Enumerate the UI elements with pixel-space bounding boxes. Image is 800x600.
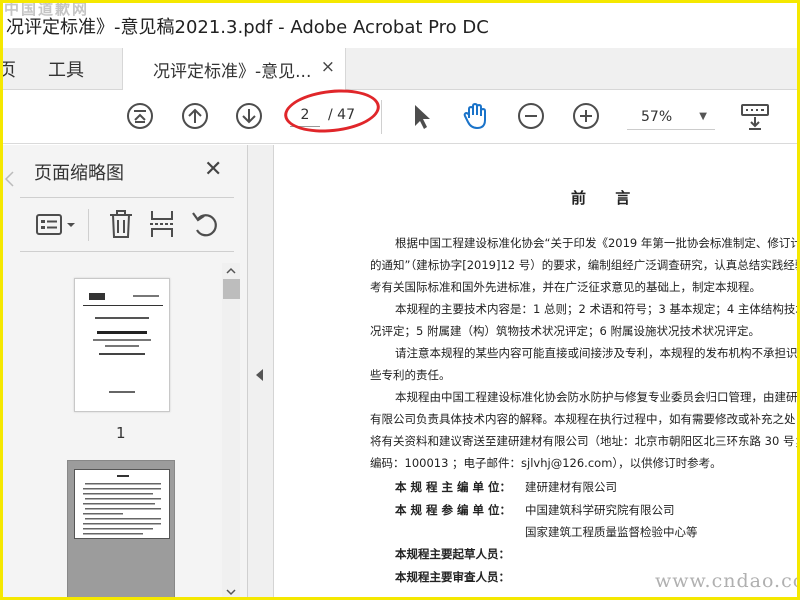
document-text-line: 将有关资料和建议寄送至建研建材有限公司（地址：北京市朝阳区北三环东路 30 号；… [370, 434, 800, 448]
thumbnail-text-lines [83, 475, 161, 535]
extract-pages-icon[interactable] [148, 209, 176, 239]
toolbar: 2 / 47 57% ▼ [0, 90, 800, 144]
document-text-line: 的通知”（建标协字[2019]12 号）的要求，编制组经广泛调查研究，认真总结实… [370, 258, 800, 272]
thumbnail-page-image [83, 293, 163, 393]
zoom-in-icon[interactable] [571, 101, 601, 131]
thumbnail-page-image [74, 469, 170, 539]
document-text-line: 考有关国际标准和国外先进标准，并在广泛征求意见的基础上，制定本规程。 [370, 280, 761, 294]
scrollbar-thumb[interactable] [223, 279, 240, 299]
thumbnail-list: 1 [20, 260, 242, 600]
zoom-out-icon[interactable] [516, 101, 546, 131]
tab-tools[interactable]: 工具 [48, 56, 84, 82]
chevron-down-icon: ▼ [699, 111, 707, 122]
close-icon[interactable]: × [321, 57, 335, 77]
document-text-line: 况评定；5 附属建（构）筑物技术状况评定；6 附属设施状况技术状况评定。 [370, 324, 760, 338]
document-text-line: 根据中国工程建设标准化协会“关于印发《2019 年第一批协会标准制定、修订计 [395, 236, 800, 250]
keyboard-download-icon[interactable] [740, 101, 770, 131]
title-bar: 况评定标准》-意见稿2021.3.pdf - Adobe Acrobat Pro… [0, 0, 800, 48]
watermark-top-left: 中国道歉网 [4, 0, 90, 18]
role-label: 本规程主要起草人员： [395, 547, 510, 561]
role-value: 国家建筑工程质量监督检验中心等 [525, 525, 698, 539]
document-text-line: 有限公司负责具体技术内容的解释。本规程在执行过程中，如有需要修改或补充之处， [370, 412, 800, 426]
role-label: 本 规 程 参 编 单 位： [395, 503, 512, 517]
document-text-line: 些专利的责任。 [370, 368, 451, 382]
tab-home[interactable]: 页 [0, 56, 16, 82]
thumbnail-scrollbar[interactable] [222, 263, 240, 600]
tab-document[interactable]: 况评定标准》-意见... × [122, 48, 346, 91]
panel-pointer-icon [4, 171, 14, 187]
first-page-icon[interactable] [125, 101, 155, 131]
role-label: 本 规 程 主 编 单 位： [395, 480, 512, 494]
role-value: 中国建筑科学研究院有限公司 [525, 503, 675, 517]
next-page-icon[interactable] [234, 101, 264, 131]
rotate-icon[interactable] [190, 209, 220, 239]
role-value: 建研建材有限公司 [525, 480, 617, 494]
document-text-line: 编码：100013 ；电子邮件：sjlvhj@126.com），以供修订时参考。 [370, 456, 722, 470]
divider [88, 209, 89, 241]
zoom-value: 57% [641, 109, 673, 125]
document-text-line: 本规程的主要技术内容是：1 总则；2 术语和符号；3 基本规定；4 主体结构技术 [395, 302, 800, 316]
tab-document-label: 况评定标准》-意见... [153, 62, 312, 82]
panel-collapse-strip[interactable] [248, 145, 274, 600]
page-thumbnails-panel: 页面缩略图 ✕ 1 [0, 145, 248, 600]
tab-bar: 页 工具 况评定标准》-意见... × [0, 48, 800, 91]
hand-tool-icon[interactable] [460, 101, 490, 131]
document-heading: 前 言 [571, 189, 643, 207]
zoom-select[interactable]: 57% ▼ [627, 104, 715, 130]
divider [20, 197, 234, 198]
panel-title: 页面缩略图 [34, 163, 124, 184]
document-view[interactable]: 前 言 根据中国工程建设标准化协会“关于印发《2019 年第一批协会标准制定、修… [275, 145, 800, 600]
select-cursor-icon[interactable] [406, 101, 436, 131]
thumbnail-page-number: 1 [116, 424, 126, 442]
panel-toolbar [30, 205, 240, 245]
document-text-line: 请注意本规程的某些内容可能直接或间接涉及专利，本规程的发布机构不承担识别 [395, 346, 800, 360]
watermark-bottom-right: www.cndao.com [655, 570, 800, 592]
close-icon[interactable]: ✕ [204, 157, 222, 182]
collapse-arrow-icon[interactable] [256, 369, 263, 381]
role-label: 本规程主要审查人员： [395, 570, 510, 584]
scroll-up-icon[interactable] [225, 266, 237, 276]
document-text-line: 本规程由中国工程建设标准化协会防水防护与修复专业委员会归口管理，由建研建 [395, 390, 800, 404]
options-menu-icon[interactable] [36, 213, 78, 237]
toolbar-separator [381, 100, 382, 134]
trash-icon[interactable] [108, 209, 134, 239]
previous-page-icon[interactable] [180, 101, 210, 131]
page-thumbnail-2-selected[interactable] [67, 460, 175, 600]
page-thumbnail-1[interactable] [74, 278, 170, 412]
divider [20, 251, 234, 252]
scroll-down-icon[interactable] [225, 587, 237, 597]
